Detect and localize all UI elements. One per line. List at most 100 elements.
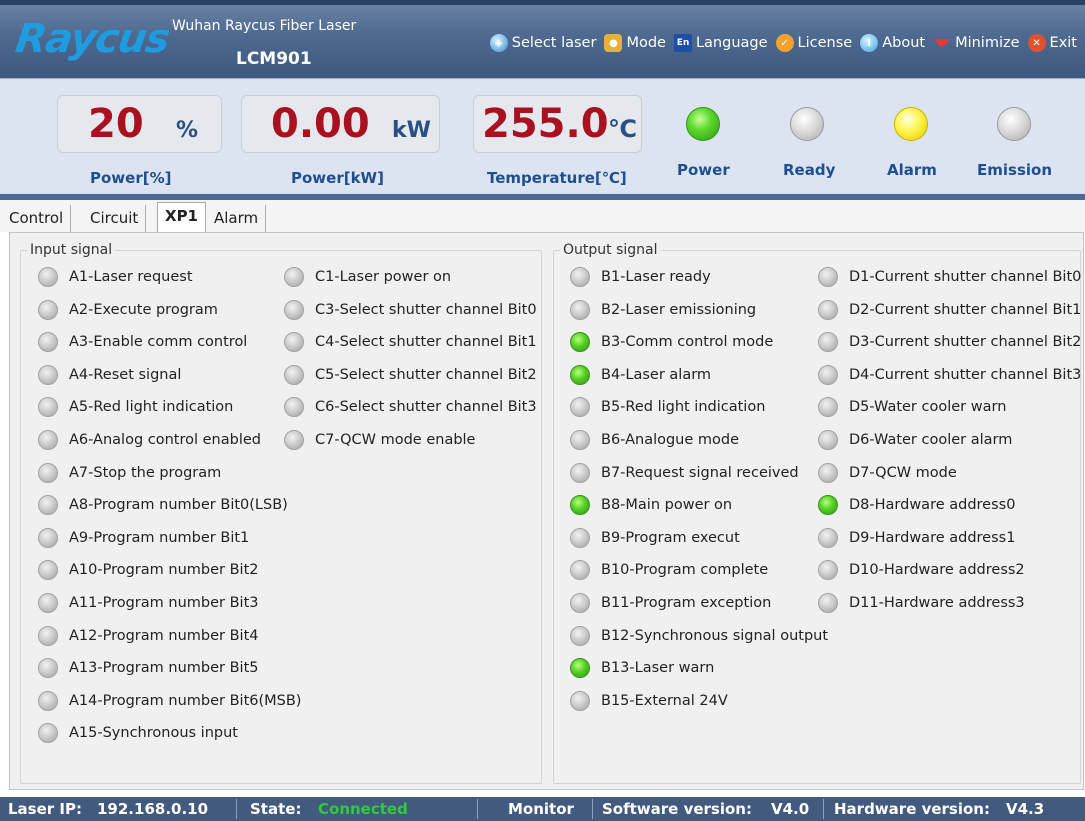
power-kw-label: Power[kW]: [291, 169, 384, 187]
power-kw-display: 0.00 kW: [241, 95, 440, 153]
signal-led-off-icon: [570, 560, 590, 581]
tab-alarm[interactable]: Alarm: [207, 205, 267, 232]
title-bar: Raycus Wuhan Raycus Fiber Laser LCM901 ◈…: [0, 0, 1085, 78]
status-panel: 20 % Power[%] 0.00 kW Power[kW] 255.0 ℃ …: [0, 78, 1085, 200]
output-signal-item: B1-Laser ready: [570, 265, 711, 289]
output-signal-item: B13-Laser warn: [570, 656, 714, 680]
output-signal-item: B7-Request signal received: [570, 461, 799, 485]
menu-exit[interactable]: ✕ Exit: [1027, 34, 1077, 52]
signal-label: B4-Laser alarm: [601, 366, 712, 383]
signal-label: D1-Current shutter channel Bit0: [849, 269, 1082, 285]
company-name: Wuhan Raycus Fiber Laser: [172, 18, 357, 34]
input-signal-item: A11-Program number Bit3: [38, 591, 258, 615]
menu-language-label: Language: [695, 35, 768, 51]
output-signal-item: D7-QCW mode: [818, 461, 957, 485]
signal-label: D6-Water cooler alarm: [849, 432, 1013, 448]
temperature-value: 255.0: [482, 101, 609, 147]
signal-label: C5-Select shutter channel Bit2: [315, 366, 537, 383]
input-signal-item: A10-Program number Bit2: [38, 558, 258, 582]
menu-select-laser[interactable]: ◈ Select laser: [489, 34, 596, 52]
signal-label: C6-Select shutter channel Bit3: [315, 399, 537, 416]
signal-led-off-icon: [38, 560, 58, 581]
signal-label: B1-Laser ready: [601, 269, 711, 285]
signal-led-on-icon: [570, 364, 590, 385]
signal-label: A4-Reset signal: [69, 366, 182, 383]
signal-led-off-icon: [38, 364, 58, 385]
input-signal-item: C3-Select shutter channel Bit0: [284, 298, 537, 322]
menu-about[interactable]: i About: [860, 34, 925, 52]
tab-control[interactable]: Control: [2, 205, 72, 232]
output-signal-item: D6-Water cooler alarm: [818, 428, 1012, 452]
hardware-version-value: V4.3: [1006, 800, 1045, 818]
signal-led-off-icon: [818, 527, 838, 548]
signal-label: A7-Stop the program: [69, 464, 222, 481]
status-separator: [823, 799, 824, 819]
signal-label: D3-Current shutter channel Bit2: [849, 334, 1082, 351]
tab-xp1[interactable]: XP1: [157, 202, 206, 233]
signal-led-off-icon: [818, 430, 838, 450]
signal-label: B6-Analogue mode: [601, 432, 740, 448]
status-separator: [477, 799, 478, 819]
input-signal-item: A9-Program number Bit1: [38, 526, 249, 550]
title-bar-stripe: [0, 0, 1085, 5]
signal-label: B2-Laser emissioning: [601, 301, 757, 318]
check-icon: ✓: [775, 34, 794, 52]
signal-label: B8-Main power on: [601, 497, 733, 514]
signal-label: A12-Program number Bit4: [69, 627, 259, 644]
menu-minimize[interactable]: Minimize: [933, 35, 1020, 51]
signal-label: B12-Synchronous signal output: [601, 627, 829, 644]
signal-led-off-icon: [818, 560, 838, 581]
signal-label: C4-Select shutter channel Bit1: [315, 334, 537, 351]
menu-language[interactable]: En Language: [673, 34, 768, 52]
emission-led: [997, 107, 1031, 141]
signal-label: D2-Current shutter channel Bit1: [849, 301, 1082, 318]
tab-circuit[interactable]: Circuit: [83, 205, 147, 232]
emission-led-label: Emission: [977, 161, 1052, 179]
output-signal-item: D10-Hardware address2: [818, 558, 1025, 582]
globe-icon: ◈: [489, 34, 508, 52]
signal-label: A8-Program number Bit0(LSB): [69, 497, 288, 514]
en-icon: En: [673, 34, 692, 52]
signal-led-off-icon: [38, 299, 58, 320]
signal-led-off-icon: [570, 299, 590, 320]
signal-label: A3-Enable comm control: [69, 334, 248, 351]
signal-label: D7-QCW mode: [849, 464, 957, 481]
input-signal-item: C1-Laser power on: [284, 265, 451, 289]
power-percent-label: Power[%]: [90, 169, 172, 187]
signal-label: A5-Red light indication: [69, 399, 234, 416]
signal-led-off-icon: [818, 462, 838, 483]
signal-label: D5-Water cooler warn: [849, 399, 1007, 416]
monitor-button[interactable]: Monitor: [508, 800, 574, 818]
signal-label: B15-External 24V: [601, 692, 728, 709]
output-signal-item: B8-Main power on: [570, 493, 732, 517]
signal-led-off-icon: [570, 430, 590, 450]
menu-license[interactable]: ✓ License: [775, 34, 852, 52]
minimize-icon: [933, 38, 952, 48]
signal-led-off-icon: [570, 462, 590, 483]
output-signal-item: D1-Current shutter channel Bit0: [818, 265, 1081, 289]
output-signal-item: B10-Program complete: [570, 558, 768, 582]
input-signal-item: A3-Enable comm control: [38, 330, 247, 354]
power-percent-unit: %: [176, 118, 199, 143]
input-signal-item: A6-Analog control enabled: [38, 428, 261, 452]
tab-bar: Control Circuit XP1 Alarm: [0, 200, 1085, 233]
menu-mode[interactable]: ● Mode: [604, 34, 666, 52]
signal-led-off-icon: [284, 430, 304, 450]
power-percent-display: 20 %: [57, 95, 222, 153]
signal-label: A6-Analog control enabled: [69, 432, 261, 448]
ip-label: Laser IP:: [8, 800, 82, 818]
signal-label: B9-Program execut: [601, 529, 740, 546]
output-signal-item: D4-Current shutter channel Bit3: [818, 363, 1081, 387]
signal-led-off-icon: [38, 690, 58, 711]
output-signal-item: D3-Current shutter channel Bit2: [818, 330, 1081, 354]
power-percent-value: 20: [88, 101, 144, 147]
signal-led-off-icon: [818, 332, 838, 353]
signal-led-off-icon: [570, 267, 590, 287]
raycus-logo: Raycus: [13, 14, 172, 64]
output-signal-item: D8-Hardware address0: [818, 493, 1015, 517]
output-signal-item: B9-Program execut: [570, 526, 740, 550]
signal-label: A9-Program number Bit1: [69, 529, 250, 546]
signal-label: A2-Execute program: [69, 301, 218, 318]
signal-led-on-icon: [818, 495, 838, 516]
input-signal-item: A13-Program number Bit5: [38, 656, 258, 680]
